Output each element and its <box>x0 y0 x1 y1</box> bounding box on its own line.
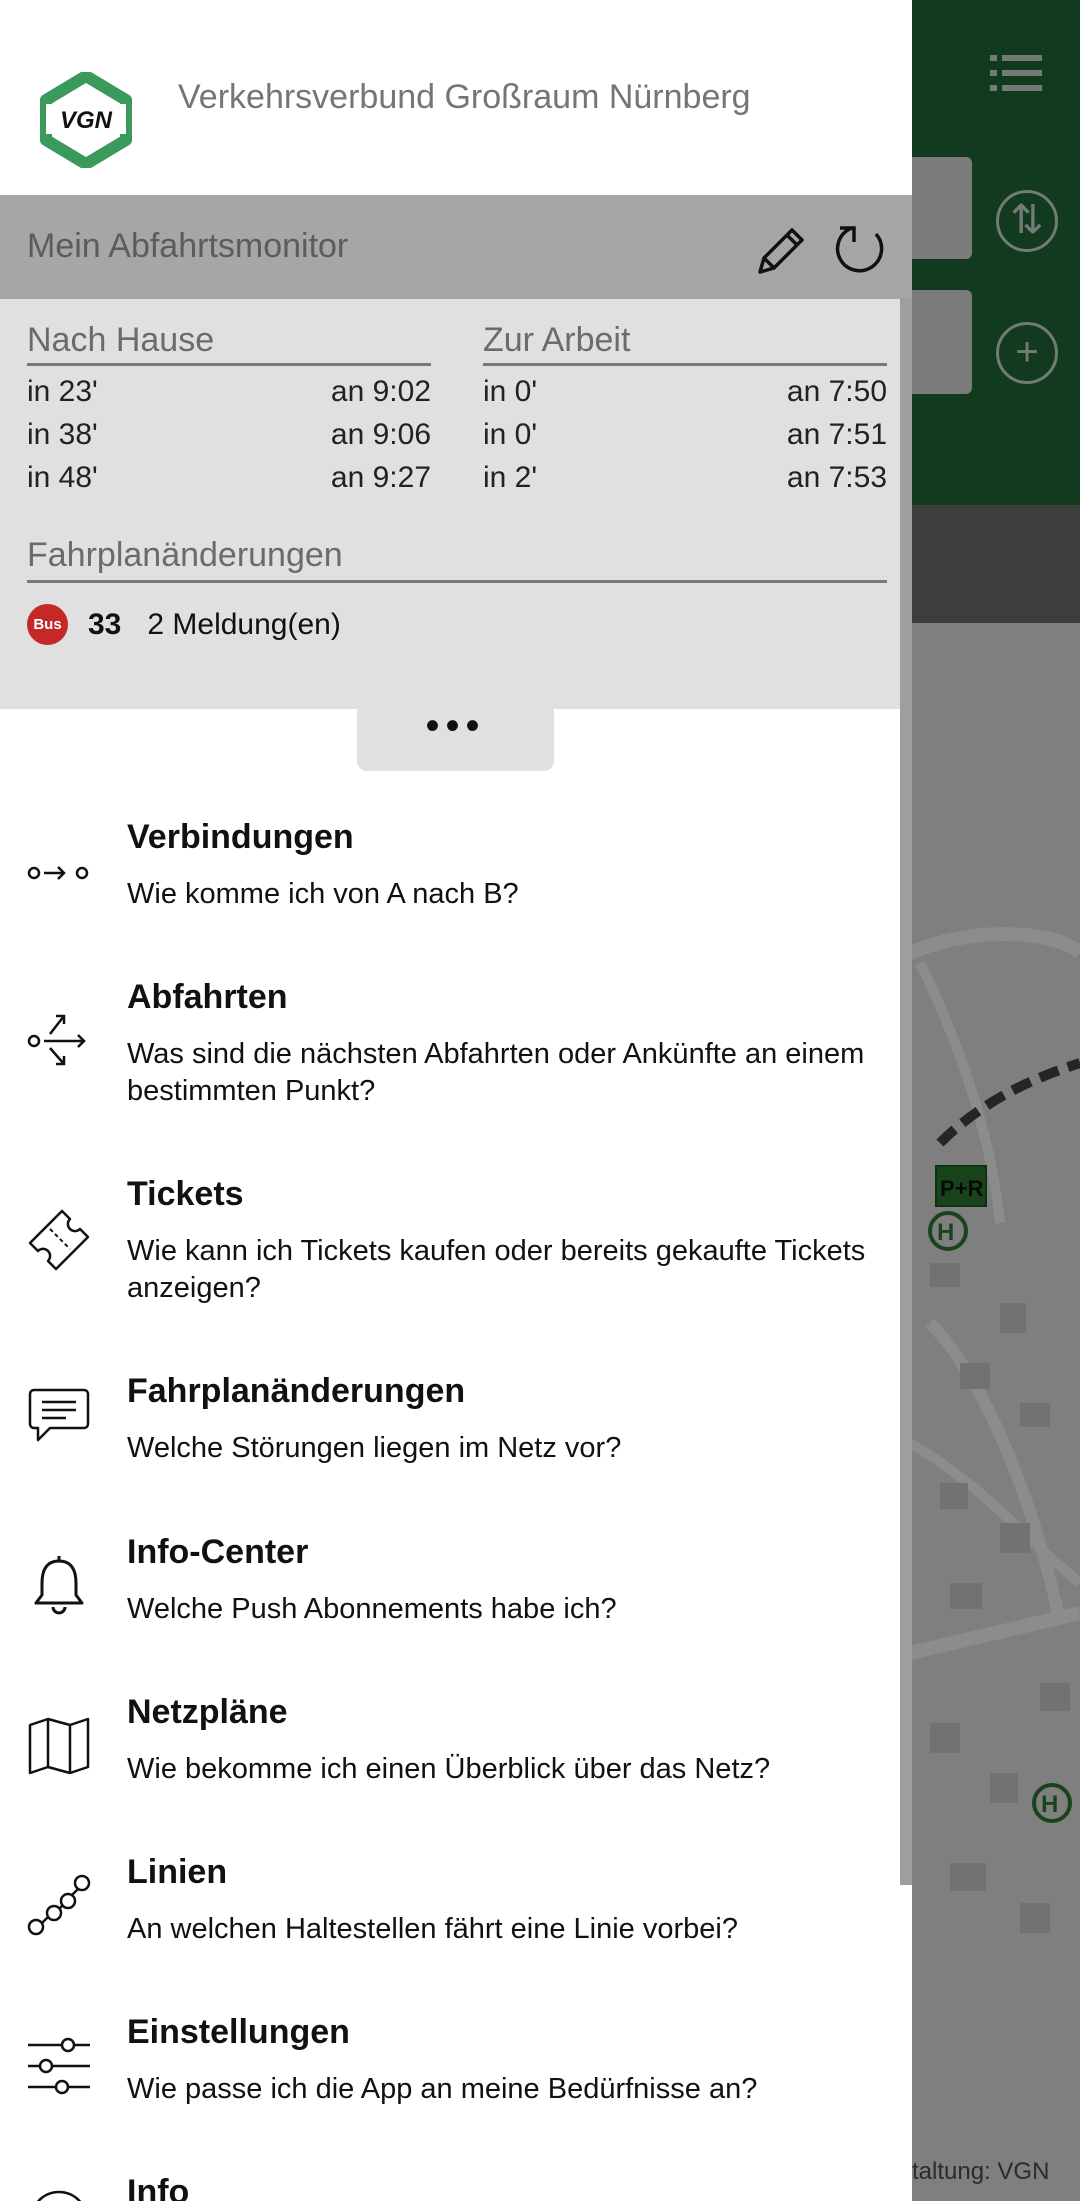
menu-item-linien[interactable]: Linien An welchen Haltestellen fährt ein… <box>0 1853 912 1973</box>
menu-item-netzplaene[interactable]: Netzpläne Wie bekomme ich einen Überblic… <box>0 1693 912 1813</box>
departure-in: in 2' <box>483 461 538 494</box>
menu-item-abfahrten[interactable]: Abfahrten Was sind die nächsten Abfahrte… <box>0 978 912 1138</box>
chat-icon <box>28 1388 90 1442</box>
menu-title: Verbindungen <box>127 818 354 856</box>
departure-in: in 38' <box>27 418 98 451</box>
line-number: 33 <box>88 607 122 641</box>
pencil-icon[interactable] <box>752 222 810 280</box>
message-count: 2 Meldung(en) <box>147 607 341 641</box>
menu-subtitle: Wie passe ich die App an meine Bedürfnis… <box>127 2073 758 2105</box>
menu-item-info-center[interactable]: Info-Center Welche Push Abonnements habe… <box>0 1533 912 1653</box>
menu-subtitle: Wie bekomme ich einen Überblick über das… <box>127 1753 771 1785</box>
menu-subtitle: Was sind die nächsten Abfahrten oder Ank… <box>127 1038 865 1107</box>
menu-subtitle: Welche Push Abonnements habe ich? <box>127 1593 617 1625</box>
departure-in: in 0' <box>483 418 538 451</box>
vgn-logo: VGN <box>40 72 132 168</box>
departure-row: in 38' an 9:06 <box>27 409 431 452</box>
sliders-icon <box>28 2037 90 2095</box>
refresh-icon[interactable] <box>832 220 888 276</box>
menu-subtitle: Wie komme ich von A nach B? <box>127 878 519 910</box>
changes-heading: Fahrplanänderungen <box>27 536 887 583</box>
menu-item-info[interactable]: Info <box>0 2173 912 2201</box>
arrival-time: an 9:27 <box>330 461 431 494</box>
change-message[interactable]: Bus 33 2 Meldung(en) <box>27 604 341 645</box>
menu-subtitle: Wie kann ich Tickets kaufen oder bereits… <box>127 1235 866 1304</box>
departures-icon <box>27 1014 86 1066</box>
line-icon <box>27 1874 91 1936</box>
monitor-column-work[interactable]: Zur Arbeit in 0' an 7:50 in 0' an 7:51 i… <box>483 321 887 495</box>
map-icon <box>28 1717 90 1775</box>
menu-item-fahrplanaenderungen[interactable]: Fahrplanänderungen Welche Störungen lieg… <box>0 1372 912 1492</box>
menu-title: Abfahrten <box>127 978 288 1016</box>
menu-title: Tickets <box>127 1175 244 1213</box>
bell-icon <box>34 1556 84 1615</box>
drawer-scrollbar[interactable] <box>900 298 912 1885</box>
column-heading: Nach Hause <box>27 321 431 366</box>
departure-in: in 48' <box>27 461 98 494</box>
menu-subtitle: An welchen Haltestellen fährt eine Linie… <box>127 1913 738 1945</box>
brand-title: Verkehrsverbund Großraum Nürnberg <box>178 78 751 116</box>
menu-item-einstellungen[interactable]: Einstellungen Wie passe ich die App an m… <box>0 2013 912 2133</box>
menu-title: Netzpläne <box>127 1693 288 1731</box>
menu-title: Fahrplanänderungen <box>127 1372 466 1410</box>
monitor-column-home[interactable]: Nach Hause in 23' an 9:02 in 38' an 9:06… <box>27 321 431 495</box>
arrival-time: an 7:50 <box>786 375 887 408</box>
departure-row: in 48' an 9:27 <box>27 452 431 495</box>
departure-in: in 23' <box>27 375 98 408</box>
navigation-drawer: VGN Verkehrsverbund Großraum Nürnberg Me… <box>0 0 912 2201</box>
menu-title: Info-Center <box>127 1533 309 1571</box>
arrival-time: an 9:06 <box>330 418 431 451</box>
menu-title: Einstellungen <box>127 2013 350 2051</box>
arrival-time: an 7:53 <box>786 461 887 494</box>
departure-row: in 2' an 7:53 <box>483 452 887 495</box>
column-heading: Zur Arbeit <box>483 321 887 366</box>
monitor-title: Mein Abfahrtsmonitor <box>27 227 349 265</box>
menu-title: Info <box>127 2173 190 2201</box>
drawer-header: VGN Verkehrsverbund Großraum Nürnberg <box>0 0 912 195</box>
menu-subtitle: Welche Störungen liegen im Netz vor? <box>127 1432 622 1464</box>
more-button[interactable]: ••• <box>357 706 554 771</box>
bus-badge-icon: Bus <box>27 604 68 645</box>
map-credit: staltung: VGN <box>900 2158 1050 2185</box>
info-icon <box>36 2190 82 2201</box>
logo-text: VGN <box>60 107 113 134</box>
departure-in: in 0' <box>483 375 538 408</box>
departure-row: in 0' an 7:51 <box>483 409 887 452</box>
ticket-icon <box>28 1209 90 1271</box>
departure-monitor[interactable]: Nach Hause in 23' an 9:02 in 38' an 9:06… <box>0 299 912 709</box>
arrival-time: an 7:51 <box>786 418 887 451</box>
arrival-time: an 9:02 <box>330 375 431 408</box>
menu-item-tickets[interactable]: Tickets Wie kann ich Tickets kaufen oder… <box>0 1175 912 1335</box>
menu-item-verbindungen[interactable]: Verbindungen Wie komme ich von A nach B? <box>0 818 912 938</box>
route-icon <box>27 866 89 880</box>
menu-title: Linien <box>127 1853 228 1891</box>
departure-row: in 0' an 7:50 <box>483 366 887 409</box>
departure-row: in 23' an 9:02 <box>27 366 431 409</box>
